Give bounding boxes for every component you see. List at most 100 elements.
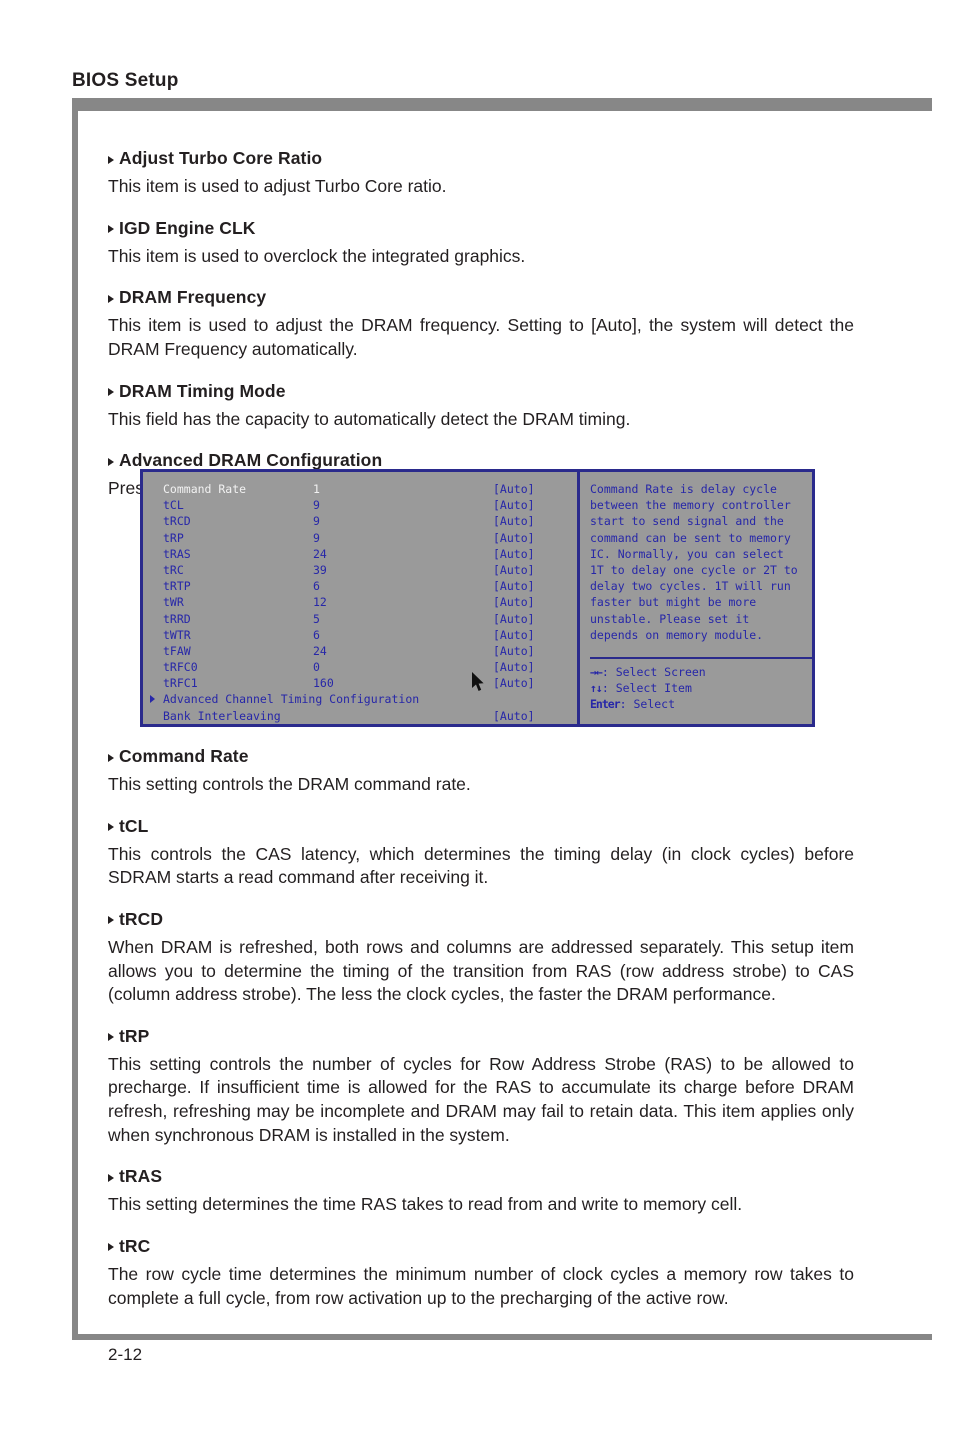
bios-setting-row[interactable]: tCL 9 [Auto] <box>163 497 577 513</box>
section-tras: tRAS This setting determines the time RA… <box>108 1166 854 1217</box>
bios-setting-value: 160 <box>313 676 334 691</box>
bios-setting-name: tRC <box>163 562 184 577</box>
bios-setting-option[interactable]: [Auto] <box>493 675 535 691</box>
bios-setting-value: 0 <box>313 660 320 675</box>
bios-setting-row[interactable]: tRC 39 [Auto] <box>163 562 577 578</box>
section-heading: DRAM Frequency <box>108 287 854 308</box>
bios-setting-option[interactable]: [Auto] <box>493 708 535 724</box>
left-margin-rule <box>72 98 78 1340</box>
bios-setting-name: tWR <box>163 595 184 610</box>
key-glyph-icon: ↑↓ <box>590 681 603 696</box>
triangle-bullet-icon <box>108 1243 114 1252</box>
section-dram-frequency: DRAM Frequency This item is used to adju… <box>108 287 854 361</box>
section-body: This controls the CAS latency, which det… <box>108 843 854 888</box>
bios-setting-name: tFAW <box>163 643 191 658</box>
bios-help-line: faster but might be more <box>590 595 757 610</box>
section-command-rate: Command Rate This setting controls the D… <box>108 746 854 797</box>
bios-help-line: IC. Normally, you can select <box>590 546 784 561</box>
bios-setting-option[interactable]: [Auto] <box>493 578 535 594</box>
section-heading: IGD Engine CLK <box>108 218 854 239</box>
key-legend-label: : Select Item <box>601 681 692 696</box>
bios-help-line: command can be sent to memory <box>590 530 791 545</box>
bios-setting-value: 6 <box>313 627 320 642</box>
bios-setting-row[interactable]: tFAW 24 [Auto] <box>163 643 577 659</box>
bios-setting-name: Command Rate <box>163 482 247 496</box>
bios-help-line: Command Rate is delay cycle <box>590 482 777 496</box>
bios-setting-option[interactable]: [Auto] <box>493 481 535 497</box>
bios-setting-name: tCL <box>163 498 184 513</box>
section-body: This setting controls the DRAM command r… <box>108 774 471 794</box>
bios-setting-value: 1 <box>313 482 320 496</box>
section-heading-label: Command Rate <box>119 746 249 766</box>
bios-setting-value: 9 <box>313 530 320 545</box>
triangle-bullet-icon <box>108 294 114 303</box>
section-heading: tRAS <box>108 1166 854 1187</box>
key-legend-label: : Select Screen <box>601 664 706 679</box>
triangle-bullet-icon <box>108 1173 114 1182</box>
bios-setting-option[interactable]: [Auto] <box>493 627 535 643</box>
section-adjust-turbo-core-ratio: Adjust Turbo Core Ratio This item is use… <box>108 148 854 199</box>
section-heading-label: tRAS <box>119 1166 163 1187</box>
bios-setting-value <box>313 708 493 724</box>
section-body: This item is used to adjust Turbo Core r… <box>108 176 447 196</box>
triangle-bullet-icon <box>108 753 114 762</box>
bios-help-line: delay two cycles. 1T will run <box>590 579 791 594</box>
bios-setting-value: 9 <box>313 498 320 513</box>
bios-setting-row[interactable]: tWTR 6 [Auto] <box>163 627 577 643</box>
section-heading-label: tRC <box>119 1235 151 1256</box>
triangle-bullet-icon <box>108 1033 114 1042</box>
section-dram-timing-mode: DRAM Timing Mode This field has the capa… <box>108 381 854 432</box>
bios-setting-name: Bank Interleaving <box>163 708 281 723</box>
bios-setting-row[interactable]: tWR 12 [Auto] <box>163 594 577 610</box>
bios-setting-option[interactable]: [Auto] <box>493 546 535 562</box>
bios-help-line: unstable. Please set it <box>590 611 750 626</box>
bios-setting-option[interactable]: [Auto] <box>493 611 535 627</box>
bios-setting-option[interactable]: [Auto] <box>493 643 535 659</box>
bios-setting-row[interactable]: tRCD 9 [Auto] <box>163 513 577 529</box>
bios-key-legend-line: →←: Select Screen <box>590 664 812 680</box>
bios-setting-value: 24 <box>313 546 327 561</box>
bios-setting-row[interactable]: tRTP 6 [Auto] <box>163 578 577 594</box>
bios-setting-row[interactable]: tRFC0 0 [Auto] <box>163 659 577 675</box>
section-trcd: tRCD When DRAM is refreshed, both rows a… <box>108 909 854 1007</box>
bios-help-line: 1T to delay one cycle or 2T to <box>590 562 798 577</box>
section-tcl: tCL This controls the CAS latency, which… <box>108 816 854 890</box>
bios-setting-name: tWTR <box>163 627 191 642</box>
bios-setting-option[interactable]: [Auto] <box>493 513 535 529</box>
bios-setting-row[interactable]: Bank Interleaving [Auto] <box>163 708 577 724</box>
bios-setting-name: tRAS <box>163 546 191 561</box>
bios-setting-value: 12 <box>313 595 327 610</box>
bios-setting-option[interactable]: [Auto] <box>493 562 535 578</box>
bios-setting-option[interactable]: [Auto] <box>493 594 535 610</box>
bios-setting-value: 5 <box>313 611 320 626</box>
content-top: Adjust Turbo Core Ratio This item is use… <box>108 148 854 517</box>
bios-setting-row[interactable]: tRRD 5 [Auto] <box>163 611 577 627</box>
key-glyph-icon: →← <box>590 664 603 679</box>
section-heading-label: DRAM Frequency <box>119 287 267 308</box>
footer-rule <box>72 1334 932 1340</box>
bios-setting-name: tRFC0 <box>163 660 198 675</box>
bios-setting-option[interactable]: [Auto] <box>493 497 535 513</box>
header-rule <box>78 98 932 111</box>
section-heading-label: Advanced DRAM Configuration <box>119 450 383 471</box>
section-heading: tRCD <box>108 909 854 930</box>
bios-setting-row[interactable]: tRAS 24 [Auto] <box>163 546 577 562</box>
bios-setting-option[interactable]: [Auto] <box>493 530 535 546</box>
section-trc: tRC The row cycle time determines the mi… <box>108 1236 854 1310</box>
section-body: This setting determines the time RAS tak… <box>108 1194 743 1215</box>
submenu-arrow-icon <box>150 695 155 704</box>
help-separator <box>590 656 812 659</box>
bios-setting-row[interactable]: tRP 9 [Auto] <box>163 530 577 546</box>
section-heading: Advanced DRAM Configuration <box>108 450 854 471</box>
section-body: The row cycle time determines the minimu… <box>108 1263 854 1308</box>
section-heading-label: IGD Engine CLK <box>119 217 256 238</box>
triangle-bullet-icon <box>108 225 114 234</box>
section-body: This item is used to overclock the integ… <box>108 245 526 266</box>
bios-setting-row[interactable]: tRFC1 160 [Auto] <box>163 675 577 691</box>
bios-setting-option[interactable]: [Auto] <box>493 659 535 675</box>
page-number: 2-12 <box>108 1345 143 1364</box>
bios-setting-value: 6 <box>313 579 320 594</box>
bios-setting-row[interactable]: Command Rate 1 [Auto] <box>163 481 577 497</box>
bios-help-panel: Command Rate is delay cycle between the m… <box>580 472 812 724</box>
bios-setting-row[interactable]: Advanced Channel Timing Configuration <box>150 691 577 707</box>
